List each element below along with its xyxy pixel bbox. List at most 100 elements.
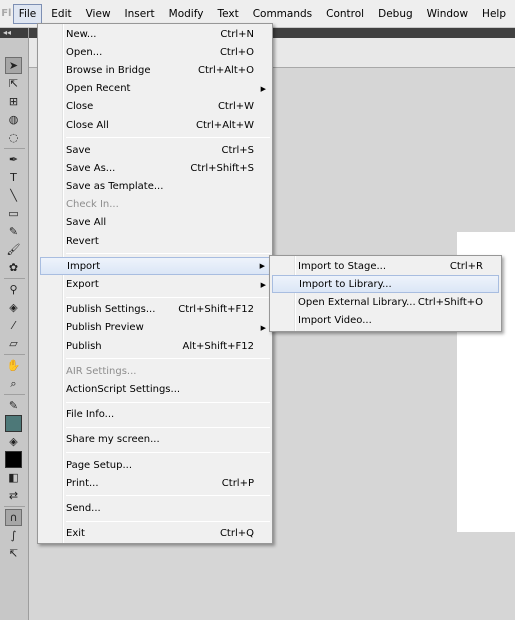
swap-colors-icon[interactable]: ⇄ — [5, 487, 22, 504]
eraser-tool-icon[interactable]: ▱ — [5, 335, 22, 352]
tools-list: ➤ ⇱ ⊞ ◍ ◌ ✒ T ╲ ▭ ✎ 🖌 ✿ ⚲ ◈ ⁄ ▱ ✋ ⌕ ✎ ◈ … — [4, 56, 25, 563]
menu-help[interactable]: Help — [477, 4, 511, 24]
line-tool-icon[interactable]: ╲ — [5, 187, 22, 204]
submenu-arrow-icon: ▶ — [260, 84, 266, 93]
lasso-tool-icon[interactable]: ◌ — [5, 129, 22, 146]
menu-modify[interactable]: Modify — [164, 4, 209, 24]
menu-item-import-to-library[interactable]: Import to Library... — [272, 275, 499, 294]
menu-item-shortcut: Ctrl+Shift+F12 — [178, 304, 254, 316]
menu-item-label: Close All — [66, 119, 109, 131]
menu-edit[interactable]: Edit — [46, 4, 76, 24]
pen-tool-icon[interactable]: ✒ — [5, 151, 22, 168]
menu-item-import-video[interactable]: Import Video... — [272, 312, 499, 330]
menu-item-revert[interactable]: Revert — [40, 232, 270, 250]
submenu-arrow-icon: ▶ — [260, 323, 266, 332]
menu-item-open-recent[interactable]: Open Recent ▶ — [40, 80, 270, 98]
black-white-icon[interactable]: ◧ — [5, 469, 22, 486]
menu-item-send[interactable]: Send... — [40, 499, 270, 517]
menu-item-browse-in-bridge[interactable]: Browse in Bridge Ctrl+Alt+O — [40, 61, 270, 79]
straighten-icon[interactable]: ↸ — [5, 545, 22, 562]
rectangle-tool-icon[interactable]: ▭ — [5, 205, 22, 222]
menu-window[interactable]: Window — [422, 4, 473, 24]
menu-item-close-all[interactable]: Close All Ctrl+Alt+W — [40, 116, 270, 134]
menu-control[interactable]: Control — [321, 4, 369, 24]
stroke-color-swatch[interactable] — [5, 415, 22, 432]
fill-color-icon[interactable]: ◈ — [5, 433, 22, 450]
tool-divider — [4, 394, 25, 395]
import-submenu: Import to Stage... Ctrl+R Import to Libra… — [269, 255, 502, 332]
menu-item-file-info[interactable]: File Info... — [40, 406, 270, 424]
menu-insert[interactable]: Insert — [120, 4, 160, 24]
menu-item-publish-preview[interactable]: Publish Preview ▶ — [40, 319, 270, 337]
stroke-color-icon[interactable]: ✎ — [5, 397, 22, 414]
selection-tool-icon[interactable]: ➤ — [5, 57, 22, 74]
menu-item-label: AIR Settings... — [66, 365, 137, 377]
menu-separator — [66, 451, 270, 453]
menu-item-label: Publish — [66, 340, 102, 352]
snap-to-objects-icon[interactable]: ∩ — [5, 509, 22, 526]
menu-item-label: Exit — [66, 528, 85, 540]
menu-commands[interactable]: Commands — [248, 4, 317, 24]
file-menu: New... Ctrl+N Open... Ctrl+O Browse in Bri… — [37, 23, 273, 544]
menu-item-publish[interactable]: Publish Alt+Shift+F12 — [40, 337, 270, 355]
menu-item-shortcut: Ctrl+S — [221, 144, 254, 156]
menu-item-label: Save — [66, 144, 91, 156]
menu-item-publish-settings[interactable]: Publish Settings... Ctrl+Shift+F12 — [40, 301, 270, 319]
pencil-tool-icon[interactable]: ✎ — [5, 223, 22, 240]
menu-item-label: Close — [66, 101, 94, 113]
menu-item-label: Publish Preview — [66, 322, 144, 334]
fill-color-swatch[interactable] — [5, 451, 22, 468]
menu-item-import-to-stage[interactable]: Import to Stage... Ctrl+R — [272, 257, 499, 275]
menu-item-label: Open External Library... — [298, 296, 416, 308]
menu-text[interactable]: Text — [212, 4, 243, 24]
menu-item-shortcut: Ctrl+W — [217, 101, 254, 113]
menu-item-save-as[interactable]: Save As... Ctrl+Shift+S — [40, 159, 270, 177]
bone-tool-icon[interactable]: ⚲ — [5, 281, 22, 298]
menu-item-export[interactable]: Export ▶ — [40, 275, 270, 293]
3d-rotation-tool-icon[interactable]: ◍ — [5, 111, 22, 128]
menu-item-open-external-library[interactable]: Open External Library... Ctrl+Shift+O — [272, 293, 499, 311]
menu-separator — [66, 296, 270, 298]
paint-bucket-tool-icon[interactable]: ◈ — [5, 299, 22, 316]
deco-tool-icon[interactable]: ✿ — [5, 259, 22, 276]
menu-separator — [66, 520, 270, 522]
menu-item-label: Open Recent — [66, 83, 131, 95]
menu-item-open[interactable]: Open... Ctrl+O — [40, 43, 270, 61]
brush-tool-icon[interactable]: 🖌 — [5, 241, 22, 258]
menu-item-print[interactable]: Print... Ctrl+P — [40, 474, 270, 492]
menu-separator — [66, 137, 270, 139]
tool-divider — [4, 506, 25, 507]
hand-tool-icon[interactable]: ✋ — [5, 357, 22, 374]
menu-item-close[interactable]: Close Ctrl+W — [40, 98, 270, 116]
menu-item-label: Share my screen... — [66, 434, 160, 446]
menu-file[interactable]: File — [12, 3, 43, 24]
menu-item-new[interactable]: New... Ctrl+N — [40, 25, 270, 43]
menu-separator — [66, 253, 270, 255]
menu-item-shortcut: Ctrl+R — [449, 260, 483, 272]
menu-separator — [66, 495, 270, 497]
menu-item-shortcut: Ctrl+Shift+O — [417, 296, 483, 308]
menu-item-exit[interactable]: Exit Ctrl+Q — [40, 525, 270, 543]
text-tool-icon[interactable]: T — [5, 169, 22, 186]
menu-item-label: Page Setup... — [66, 459, 133, 471]
smooth-icon[interactable]: ∫ — [5, 527, 22, 544]
menu-debug[interactable]: Debug — [373, 4, 418, 24]
eyedropper-tool-icon[interactable]: ⁄ — [5, 317, 22, 334]
menu-item-label: File Info... — [66, 409, 115, 421]
menu-item-label: Import Video... — [298, 315, 372, 327]
menu-item-share-my-screen[interactable]: Share my screen... — [40, 431, 270, 449]
collapse-panel-button[interactable]: ◂◂ — [0, 28, 28, 38]
menu-item-label: Browse in Bridge — [66, 64, 151, 76]
menu-item-save-as-template[interactable]: Save as Template... — [40, 178, 270, 196]
menu-item-import[interactable]: Import ▶ — [40, 257, 270, 276]
menu-item-actionscript-settings[interactable]: ActionScript Settings... — [40, 380, 270, 398]
menu-view[interactable]: View — [81, 4, 116, 24]
menu-item-save-all[interactable]: Save All — [40, 214, 270, 232]
menu-item-air-settings: AIR Settings... — [40, 362, 270, 380]
menu-item-save[interactable]: Save Ctrl+S — [40, 141, 270, 159]
subselection-tool-icon[interactable]: ⇱ — [5, 75, 22, 92]
menu-item-label: Import to Stage... — [298, 260, 387, 272]
zoom-tool-icon[interactable]: ⌕ — [5, 375, 22, 392]
free-transform-tool-icon[interactable]: ⊞ — [5, 93, 22, 110]
menu-item-page-setup[interactable]: Page Setup... — [40, 456, 270, 474]
